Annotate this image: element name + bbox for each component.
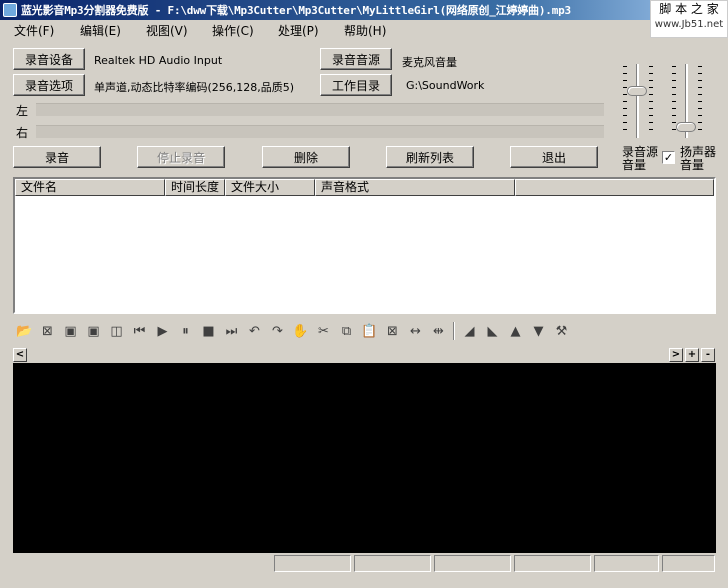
record-source-button[interactable]: 录音音源 [320, 48, 392, 70]
record-device-value: Realtek HD Audio Input [94, 54, 223, 67]
scroll-left-button[interactable]: < [13, 348, 27, 362]
right-channel-label: 右 [16, 126, 29, 140]
stop-record-button[interactable]: 停止录音 [137, 146, 225, 168]
redo-icon[interactable]: ↷ [266, 321, 289, 341]
source-volume-label: 录音源 音量 [622, 145, 659, 172]
export-icon[interactable]: ◫ [105, 321, 128, 341]
delete-button[interactable]: 删除 [262, 146, 350, 168]
go-start-icon[interactable]: ⏮ [128, 321, 151, 341]
menu-bar: 文件(F) 编辑(E) 视图(V) 操作(C) 处理(P) 帮助(H) [0, 20, 640, 40]
status-panel [514, 555, 591, 572]
waveform-display[interactable] [13, 363, 716, 553]
column-audio-format[interactable]: 声音格式 [315, 179, 515, 196]
cut-icon[interactable]: ✂ [312, 321, 335, 341]
speaker-slider-thumb[interactable] [676, 121, 696, 132]
fade-in-icon[interactable]: ◢ [458, 321, 481, 341]
toolbar-separator [453, 322, 455, 340]
refresh-list-button[interactable]: 刷新列表 [386, 146, 474, 168]
menu-edit[interactable]: 编辑(E) [66, 22, 132, 39]
left-level-meter [36, 103, 604, 116]
go-end-icon[interactable]: ⏭ [220, 321, 243, 341]
app-icon [3, 3, 17, 17]
menu-process[interactable]: 处理(P) [264, 22, 330, 39]
menu-view[interactable]: 视图(V) [132, 22, 198, 39]
status-panel [662, 555, 715, 572]
column-file-name[interactable]: 文件名 [15, 179, 165, 196]
source-slider-thumb[interactable] [627, 86, 647, 97]
work-dir-value: G:\SoundWork [406, 79, 485, 92]
menu-file[interactable]: 文件(F) [0, 22, 66, 39]
tools-icon[interactable]: ⚒ [550, 321, 573, 341]
paste-icon[interactable]: 📋 [358, 321, 381, 341]
save-icon[interactable]: ▣ [59, 321, 82, 341]
open-folder-icon[interactable]: 📂 [13, 321, 36, 341]
record-source-value: 麦克风音量 [402, 56, 457, 69]
save-as-icon[interactable]: ▣ [82, 321, 105, 341]
status-panel [434, 555, 511, 572]
watermark-url: www.Jb51.net [654, 19, 724, 30]
watermark-title: 脚 本 之 家 [659, 2, 719, 16]
speaker-volume-label: 扬声器 音量 [680, 145, 717, 172]
left-channel-label: 左 [16, 104, 29, 118]
stop-icon[interactable]: ■ [197, 321, 220, 341]
menu-help[interactable]: 帮助(H) [330, 22, 396, 39]
shrink-icon[interactable]: ⇹ [427, 321, 450, 341]
speaker-slider-ticks-right [698, 66, 702, 136]
zoom-in-button[interactable]: + [685, 348, 699, 362]
column-file-size[interactable]: 文件大小 [225, 179, 315, 196]
edit-toolbar: 📂 ⊠ ▣ ▣ ◫ ⏮ ▶ ⏸ ■ ⏭ ↶ ↷ ✋ ✂ ⧉ 📋 ⊠ ↔ ⇹ ◢ … [13, 320, 593, 342]
source-slider-ticks-left [623, 66, 627, 136]
record-options-button[interactable]: 录音选项 [13, 74, 85, 96]
undo-icon[interactable]: ↶ [243, 321, 266, 341]
zoom-out-button[interactable]: - [701, 348, 715, 362]
window-title: 蓝光影音Mp3分割器免费版 - F:\dww下载\Mp3Cutter\Mp3Cu… [21, 4, 571, 17]
speaker-volume-checkbox[interactable]: ✓ [662, 151, 675, 164]
column-filler [515, 179, 714, 196]
volume-down-icon[interactable]: ▼ [527, 321, 550, 341]
crop-icon[interactable]: ⊠ [381, 321, 404, 341]
title-bar: 蓝光影音Mp3分割器免费版 - F:\dww下载\Mp3Cutter\Mp3Cu… [0, 0, 728, 20]
status-panel [354, 555, 431, 572]
record-options-value: 单声道,动态比特率编码(256,128,品质5) [94, 81, 295, 94]
fade-out-icon[interactable]: ◣ [481, 321, 504, 341]
status-panel [274, 555, 351, 572]
expand-icon[interactable]: ↔ [404, 321, 427, 341]
pause-icon[interactable]: ⏸ [174, 321, 197, 341]
source-slider-ticks-right [649, 66, 653, 136]
list-header: 文件名 时间长度 文件大小 声音格式 [15, 179, 714, 196]
work-dir-button[interactable]: 工作目录 [320, 74, 392, 96]
menu-operate[interactable]: 操作(C) [198, 22, 264, 39]
status-panel [594, 555, 659, 572]
record-device-button[interactable]: 录音设备 [13, 48, 85, 70]
column-duration[interactable]: 时间长度 [165, 179, 225, 196]
record-button[interactable]: 录音 [13, 146, 101, 168]
copy-icon[interactable]: ⧉ [335, 321, 358, 341]
status-bar [0, 555, 728, 573]
play-icon[interactable]: ▶ [151, 321, 174, 341]
waveform-scrollbar[interactable]: < > + - [13, 348, 716, 363]
recording-list[interactable]: 文件名 时间长度 文件大小 声音格式 [13, 177, 716, 314]
right-level-meter [36, 125, 604, 138]
watermark-logo: 脚 本 之 家 www.Jb51.net [650, 0, 728, 38]
volume-up-icon[interactable]: ▲ [504, 321, 527, 341]
source-slider-track [636, 64, 639, 138]
hand-icon[interactable]: ✋ [289, 321, 312, 341]
close-file-icon[interactable]: ⊠ [36, 321, 59, 341]
scroll-right-button[interactable]: > [669, 348, 683, 362]
exit-button[interactable]: 退出 [510, 146, 598, 168]
